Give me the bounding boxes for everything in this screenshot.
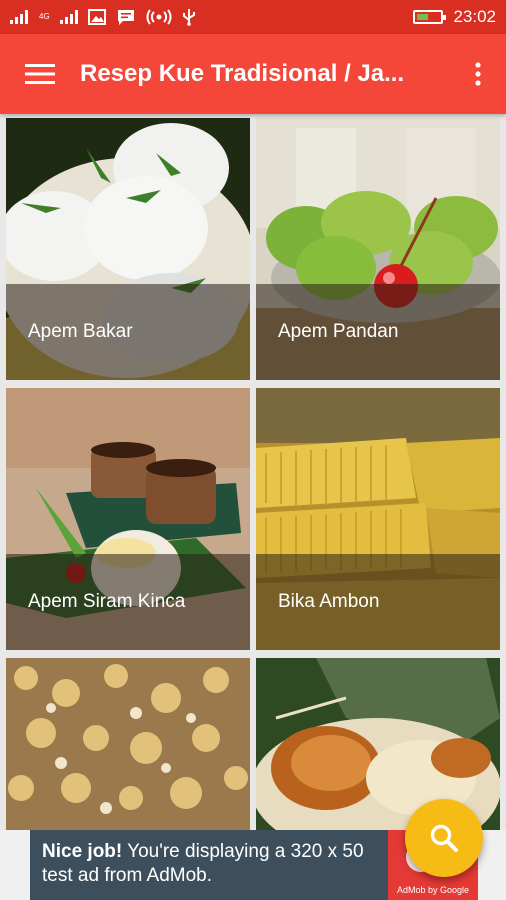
recipe-title: Apem Siram Kinca	[28, 591, 186, 612]
hotspot-icon	[146, 9, 172, 25]
search-icon	[430, 824, 458, 852]
page-title: Resep Kue Tradisional / Ja...	[80, 60, 405, 87]
image-icon	[87, 9, 106, 25]
recipe-card[interactable]: Bika Ambon	[256, 388, 500, 650]
navigation-menu-button[interactable]	[0, 34, 80, 114]
usb-icon	[182, 9, 195, 26]
recipe-caption: Apem Siram Kinca	[6, 554, 250, 650]
status-right: 23:02	[413, 7, 496, 27]
search-fab[interactable]	[405, 799, 483, 877]
chat-icon	[117, 10, 134, 25]
signal-icon	[10, 10, 28, 24]
recipe-title: Bika Ambon	[278, 591, 380, 612]
app-toolbar: Resep Kue Tradisional / Ja...	[0, 34, 506, 114]
recipe-card[interactable]	[6, 658, 250, 830]
recipe-card[interactable]: Apem Siram Kinca	[6, 388, 250, 650]
recipe-card[interactable]: Apem Pandan	[256, 118, 500, 380]
recipe-image-5	[6, 658, 250, 830]
battery-icon	[413, 10, 447, 24]
admob-logo-text: AdMob by Google	[396, 885, 470, 895]
recipe-caption: Apem Bakar	[6, 284, 250, 380]
clock: 23:02	[453, 7, 496, 26]
status-bar: 4G 23:02	[0, 0, 506, 34]
recipe-title: Apem Pandan	[278, 321, 399, 342]
recipe-title: Apem Bakar	[28, 321, 133, 342]
status-icons: 4G	[10, 8, 196, 26]
network-type-label: 4G	[39, 12, 50, 21]
recipe-card[interactable]: Apem Bakar	[6, 118, 250, 380]
signal-icon-2	[59, 10, 78, 24]
hamburger-menu-icon	[25, 64, 55, 84]
ad-text: Nice job! You're displaying a 320 x 50 t…	[30, 830, 388, 900]
ad-bold-text: Nice job!	[42, 841, 123, 862]
recipe-grid: Apem Bakar Apem Pandan Apem Siram Kinca …	[0, 114, 506, 830]
recipe-caption: Apem Pandan	[256, 284, 500, 380]
recipe-caption: Bika Ambon	[256, 554, 500, 650]
overflow-menu-button[interactable]	[450, 34, 506, 114]
more-vertical-icon	[475, 62, 481, 86]
